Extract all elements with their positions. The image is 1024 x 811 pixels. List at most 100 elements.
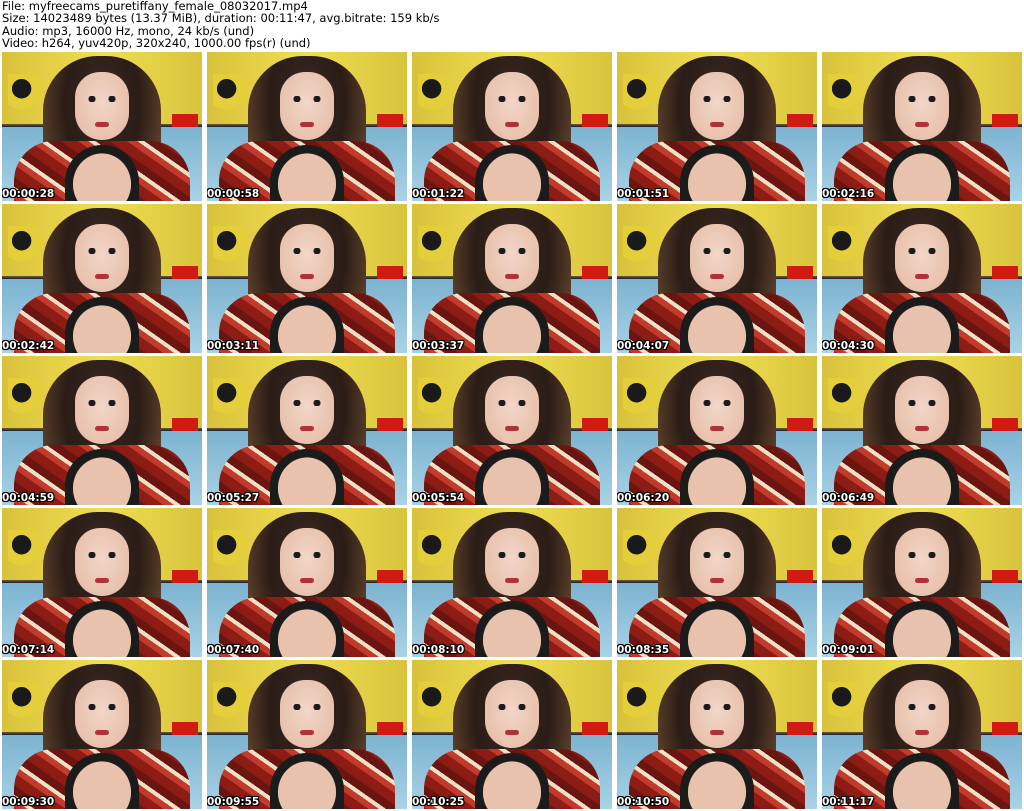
thumbnail-eyes [494,400,530,406]
thumbnail-eyes [84,552,120,558]
thumbnail-eyes [699,96,735,102]
thumbnail-mouth [915,730,929,735]
thumbnail-toy [213,378,247,420]
thumbnail-timestamp: 00:10:50 [617,796,670,808]
video-thumbnail: 00:01:22 [412,52,612,201]
thumbnail-toy [623,378,657,420]
thumbnail-timestamp: 00:06:49 [822,492,875,504]
thumbnail-mouth [505,730,519,735]
thumbnail-timestamp: 00:01:22 [412,188,465,200]
thumbnail-face [690,680,744,748]
video-thumbnail: 00:06:20 [617,356,817,505]
thumbnail-timestamp: 00:08:35 [617,644,670,656]
thumbnail-toy [8,74,42,116]
thumbnail-toy [213,530,247,572]
video-thumbnail: 00:01:51 [617,52,817,201]
thumbnail-toy [418,378,452,420]
thumbnail-toy [418,74,452,116]
thumbnail-timestamp: 00:01:51 [617,188,670,200]
thumbnail-eyes [904,248,940,254]
thumbnail-mouth [710,730,724,735]
thumbnail-eyes [904,400,940,406]
thumbnail-mouth [505,426,519,431]
thumbnail-toy [418,530,452,572]
thumbnail-mouth [710,578,724,583]
thumbnail-face [690,72,744,140]
thumbnail-mouth [710,122,724,127]
thumbnail-timestamp: 00:09:55 [207,796,260,808]
video-thumbnail: 00:11:17 [822,660,1022,809]
thumbnail-face [690,376,744,444]
thumbnail-eyes [289,704,325,710]
thumbnail-timestamp: 00:10:25 [412,796,465,808]
thumbnail-mouth [915,274,929,279]
thumbnail-eyes [84,704,120,710]
thumbnail-timestamp: 00:04:59 [2,492,55,504]
thumbnail-mouth [505,274,519,279]
thumbnail-eyes [904,96,940,102]
thumbnail-toy [828,226,862,268]
thumbnail-timestamp: 00:00:28 [2,188,55,200]
thumbnail-toy [828,378,862,420]
thumbnail-eyes [699,248,735,254]
video-thumbnail: 00:05:27 [207,356,407,505]
thumbnail-toy [213,682,247,724]
thumbnail-eyes [289,248,325,254]
video-thumbnail: 00:00:58 [207,52,407,201]
thumbnail-toy [8,226,42,268]
thumbnail-timestamp: 00:09:01 [822,644,875,656]
thumbnail-timestamp: 00:09:30 [2,796,55,808]
video-thumbnail: 00:03:11 [207,204,407,353]
thumbnail-eyes [494,248,530,254]
video-thumbnail: 00:04:30 [822,204,1022,353]
thumbnail-mouth [300,426,314,431]
thumbnail-face [895,376,949,444]
video-thumbnail: 00:02:42 [2,204,202,353]
thumbnail-face [280,224,334,292]
thumbnail-mouth [710,274,724,279]
thumbnail-face [280,528,334,596]
thumbnail-face [75,528,129,596]
thumbnail-toy [8,682,42,724]
video-thumbnail: 00:10:25 [412,660,612,809]
thumbnail-timestamp: 00:06:20 [617,492,670,504]
thumbnail-eyes [84,248,120,254]
thumbnail-toy [8,378,42,420]
thumbnail-mouth [95,122,109,127]
thumbnail-timestamp: 00:11:17 [822,796,875,808]
thumbnail-toy [8,530,42,572]
thumbnail-eyes [699,552,735,558]
thumbnail-face [75,72,129,140]
thumbnail-eyes [494,552,530,558]
video-thumbnail: 00:09:55 [207,660,407,809]
thumbnail-face [280,72,334,140]
thumbnail-face [75,224,129,292]
thumbnail-eyes [699,400,735,406]
thumbnail-toy [623,530,657,572]
thumbnail-timestamp: 00:05:27 [207,492,260,504]
thumbnail-mouth [505,578,519,583]
thumbnail-toy [828,74,862,116]
video-thumbnail: 00:09:30 [2,660,202,809]
thumbnail-face [895,224,949,292]
thumbnail-toy [623,74,657,116]
thumbnail-mouth [95,426,109,431]
thumbnail-eyes [494,704,530,710]
thumbnail-eyes [904,552,940,558]
thumbnail-timestamp: 00:02:42 [2,340,55,352]
thumbnail-eyes [699,704,735,710]
thumbnail-eyes [289,400,325,406]
thumbnail-mouth [505,122,519,127]
thumbnail-toy [623,682,657,724]
thumbnail-eyes [84,400,120,406]
thumbnail-grid: 00:00:28 00:00:58 00:01:22 00:01:51 00:02:16… [2,52,1022,809]
file-size-line: Size: 14023489 bytes (13.37 MiB), durati… [2,11,440,26]
thumbnail-mouth [300,578,314,583]
thumbnail-toy [418,226,452,268]
thumbnail-eyes [289,552,325,558]
thumbnail-timestamp: 00:04:07 [617,340,670,352]
thumbnail-face [895,680,949,748]
video-thumbnail: 00:03:37 [412,204,612,353]
thumbnail-face [690,224,744,292]
thumbnail-mouth [95,274,109,279]
